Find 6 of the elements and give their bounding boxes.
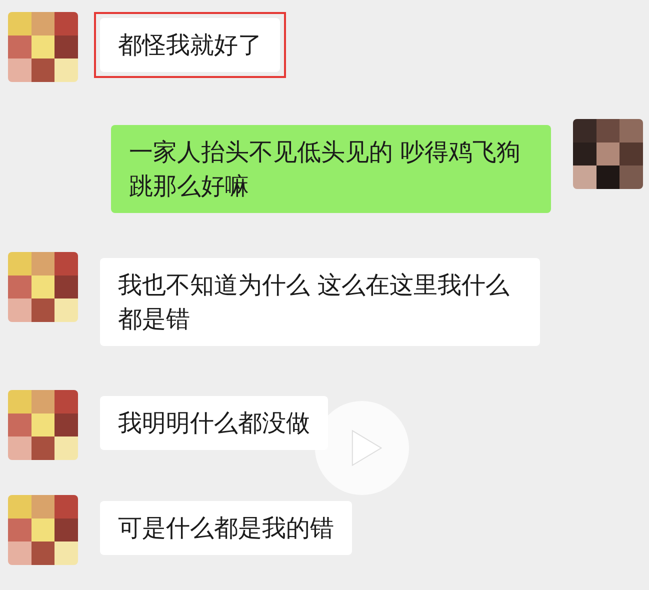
message-bubble: 我明明什么都没做	[100, 396, 328, 450]
message-bubble: 我也不知道为什么 这么在这里我什么都是错	[100, 258, 540, 346]
message-bubble: 可是什么都是我的错	[100, 501, 352, 555]
message-bubble: 一家人抬头不见低头见的 吵得鸡飞狗跳那么好嘛	[111, 125, 551, 213]
message-bubble: 都怪我就好了	[100, 18, 280, 72]
play-icon[interactable]	[314, 400, 410, 496]
